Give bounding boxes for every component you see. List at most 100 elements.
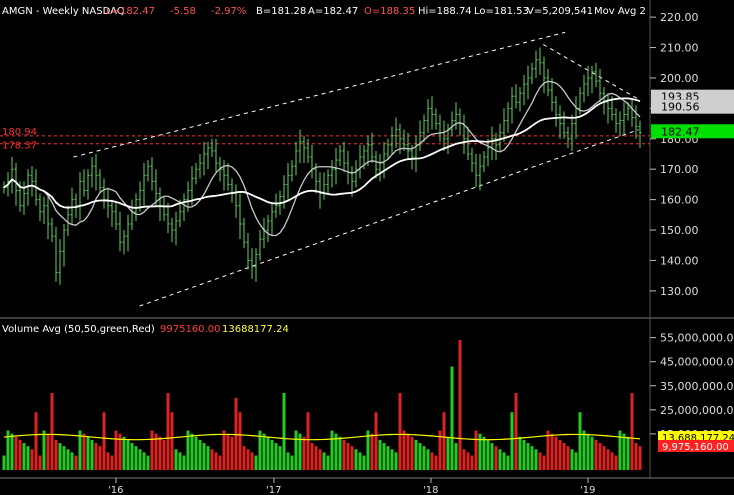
volume-bar xyxy=(242,446,246,470)
volume-bar xyxy=(354,449,358,470)
volume-bar xyxy=(166,392,170,470)
volume-bar xyxy=(594,439,598,470)
volume-bar xyxy=(90,439,94,470)
volume-bar xyxy=(526,443,530,470)
volume-bar xyxy=(50,392,54,470)
header-low: Lo=181.53 xyxy=(474,6,529,17)
volume-bar xyxy=(294,430,298,470)
volume-bar xyxy=(558,439,562,470)
volume-bar xyxy=(34,412,38,470)
volume-bar xyxy=(502,452,506,470)
volume-bar xyxy=(138,449,142,470)
volume-bar xyxy=(282,392,286,470)
volume-bar xyxy=(134,446,138,470)
moving-average-fast-line xyxy=(3,80,641,237)
chart-canvas[interactable]: 220.00210.00200.00190.00180.00170.00160.… xyxy=(0,0,734,495)
volume-bar xyxy=(238,412,242,470)
volume-bar xyxy=(194,436,198,470)
volume-bar xyxy=(486,439,490,470)
header-change_pct: -2.97% xyxy=(211,6,246,17)
volume-bar xyxy=(14,436,18,470)
falling-trendline xyxy=(542,44,639,100)
volume-bar xyxy=(342,439,346,470)
volume-bar xyxy=(418,443,422,470)
price-tick-label: 150.00 xyxy=(660,224,699,237)
header-last: L=182.47 xyxy=(106,6,155,17)
volume-bar xyxy=(158,436,162,470)
volume-bar xyxy=(374,412,378,470)
volume-bar xyxy=(362,455,366,470)
volume-bar xyxy=(626,436,630,470)
header-change: -5.58 xyxy=(170,6,196,17)
volume-bar xyxy=(74,455,78,470)
volume-bar xyxy=(550,433,554,470)
volume-bar xyxy=(130,443,134,470)
volume-bar xyxy=(622,433,626,470)
volume-bar xyxy=(450,366,454,470)
volume-bar xyxy=(70,452,74,470)
volume-bar xyxy=(410,436,414,470)
volume-bar xyxy=(206,446,210,470)
price-tick-label: 160.00 xyxy=(660,194,699,207)
volume-bar xyxy=(142,452,146,470)
volume-panel-title: Volume Avg (50,50,green,Red) xyxy=(2,324,155,335)
volume-bar xyxy=(150,430,154,470)
volume-bar xyxy=(226,433,230,470)
moving-average-slow-line xyxy=(3,97,641,209)
volume-bar xyxy=(598,443,602,470)
volume-bar xyxy=(582,430,586,470)
volume-bar xyxy=(102,412,106,470)
volume-bar xyxy=(218,455,222,470)
volume-bar xyxy=(570,449,574,470)
volume-bar xyxy=(370,433,374,470)
volume-bar xyxy=(330,430,334,470)
volume-bar xyxy=(554,436,558,470)
price-tick-label: 210.00 xyxy=(660,42,699,55)
volume-bar xyxy=(470,455,474,470)
volume-bar xyxy=(250,452,254,470)
volume-bar xyxy=(338,436,342,470)
volume-bar xyxy=(262,433,266,470)
volume-bar xyxy=(462,449,466,470)
volume-bar xyxy=(114,430,118,470)
volume-bar xyxy=(546,430,550,470)
volume-bar xyxy=(378,439,382,470)
volume-bar xyxy=(530,446,534,470)
volume-bar xyxy=(270,439,274,470)
volume-bar xyxy=(494,446,498,470)
volume-tick-label: 45,000,000.00 xyxy=(660,356,734,369)
volume-bar xyxy=(586,433,590,470)
volume-bar xyxy=(30,449,34,470)
volume-bar xyxy=(422,446,426,470)
volume-bar xyxy=(198,439,202,470)
volume-bar xyxy=(458,340,462,470)
volume-bar xyxy=(402,430,406,470)
volume-bar xyxy=(190,433,194,470)
volume-bar xyxy=(266,436,270,470)
volume-bar xyxy=(254,455,258,470)
stock-chart[interactable]: 220.00210.00200.00190.00180.00170.00160.… xyxy=(0,0,734,495)
volume-bar xyxy=(22,443,26,470)
volume-avg-red-label: 9975160.00 xyxy=(160,324,220,335)
volume-bar xyxy=(426,449,430,470)
time-tick-label: '16 xyxy=(108,485,123,495)
volume-bar xyxy=(2,455,6,470)
volume-bar xyxy=(566,446,570,470)
volume-bar xyxy=(562,443,566,470)
header-mov_avg: Mov Avg 2 xyxy=(594,6,646,17)
price-tick-label: 140.00 xyxy=(660,254,699,267)
volume-bar xyxy=(26,446,30,470)
volume-bar xyxy=(522,439,526,470)
volume-bar xyxy=(318,449,322,470)
volume-bar xyxy=(274,443,278,470)
volume-bar xyxy=(430,452,434,470)
trend-channel-upper xyxy=(73,31,566,158)
volume-badge-label: 9,975,160.00 xyxy=(662,442,729,453)
volume-bar xyxy=(510,412,514,470)
volume-bar xyxy=(54,439,58,470)
volume-bar xyxy=(42,430,46,470)
volume-bar xyxy=(110,455,114,470)
volume-bar xyxy=(542,455,546,470)
volume-tick-label: 25,000,000.00 xyxy=(660,404,734,417)
volume-bar xyxy=(162,439,166,470)
